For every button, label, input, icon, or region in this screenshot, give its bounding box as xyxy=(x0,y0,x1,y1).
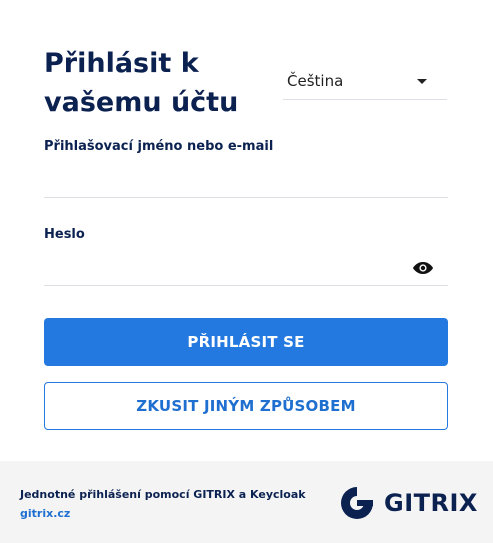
language-select-value: Čeština xyxy=(287,72,344,90)
password-label: Heslo xyxy=(44,227,85,242)
language-select[interactable]: Čeština xyxy=(283,64,447,100)
eye-icon[interactable] xyxy=(412,261,434,275)
footer-link[interactable]: gitrix.cz xyxy=(20,507,70,520)
footer-sso-text: Jednotné přihlášení pomocí GITRIX a Keyc… xyxy=(20,488,306,501)
login-card: Přihlásit k vašemu účtu Čeština Přihlašo… xyxy=(0,0,493,461)
page-title: Přihlásit k vašemu účtu xyxy=(44,48,239,118)
brand-name: GITRIX xyxy=(384,489,478,517)
password-input[interactable] xyxy=(44,256,448,286)
login-button[interactable]: PŘIHLÁSIT SE xyxy=(44,318,448,366)
brand-logo: GITRIX xyxy=(338,484,478,524)
try-another-way-button[interactable]: ZKUSIT JINÝM ZPŮSOBEM xyxy=(44,382,448,430)
gitrix-logo-icon xyxy=(341,487,373,519)
username-input[interactable] xyxy=(44,168,448,198)
chevron-down-icon xyxy=(417,79,427,84)
username-label: Přihlašovací jméno nebo e-mail xyxy=(44,139,274,154)
